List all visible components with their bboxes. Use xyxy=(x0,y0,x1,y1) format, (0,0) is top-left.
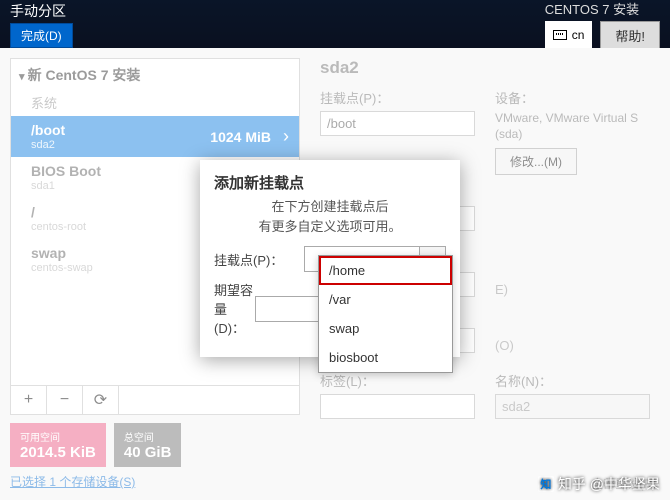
dialog-description: 在下方创建挂载点后有更多自定义选项可用。 xyxy=(214,197,446,236)
dropdown-item-var[interactable]: /var xyxy=(319,285,452,314)
dropdown-item-home[interactable]: /home xyxy=(319,256,452,285)
zhihu-icon: 知 xyxy=(538,476,554,492)
language-code: cn xyxy=(572,28,585,42)
dialog-title: 添加新挂载点 xyxy=(214,172,446,193)
dialog-mount-label: 挂载点(P)： xyxy=(214,250,304,269)
done-button[interactable]: 完成(D) xyxy=(10,23,73,48)
help-button[interactable]: 帮助! xyxy=(600,21,660,50)
installer-title: CENTOS 7 安装 xyxy=(545,0,660,18)
page-title: 手动分区 xyxy=(10,1,73,21)
keyboard-language[interactable]: cn xyxy=(545,21,593,50)
watermark: 知 知乎 @中华坚果 xyxy=(538,474,660,494)
dropdown-item-swap[interactable]: swap xyxy=(319,314,452,343)
dialog-capacity-label: 期望容量(D)： xyxy=(214,280,255,337)
keyboard-icon xyxy=(553,30,567,40)
dropdown-item-biosboot[interactable]: biosboot xyxy=(319,343,452,372)
mountpoint-dropdown: /home /var swap biosboot xyxy=(318,255,453,373)
top-bar: 手动分区 完成(D) CENTOS 7 安装 cn 帮助! xyxy=(0,0,670,48)
